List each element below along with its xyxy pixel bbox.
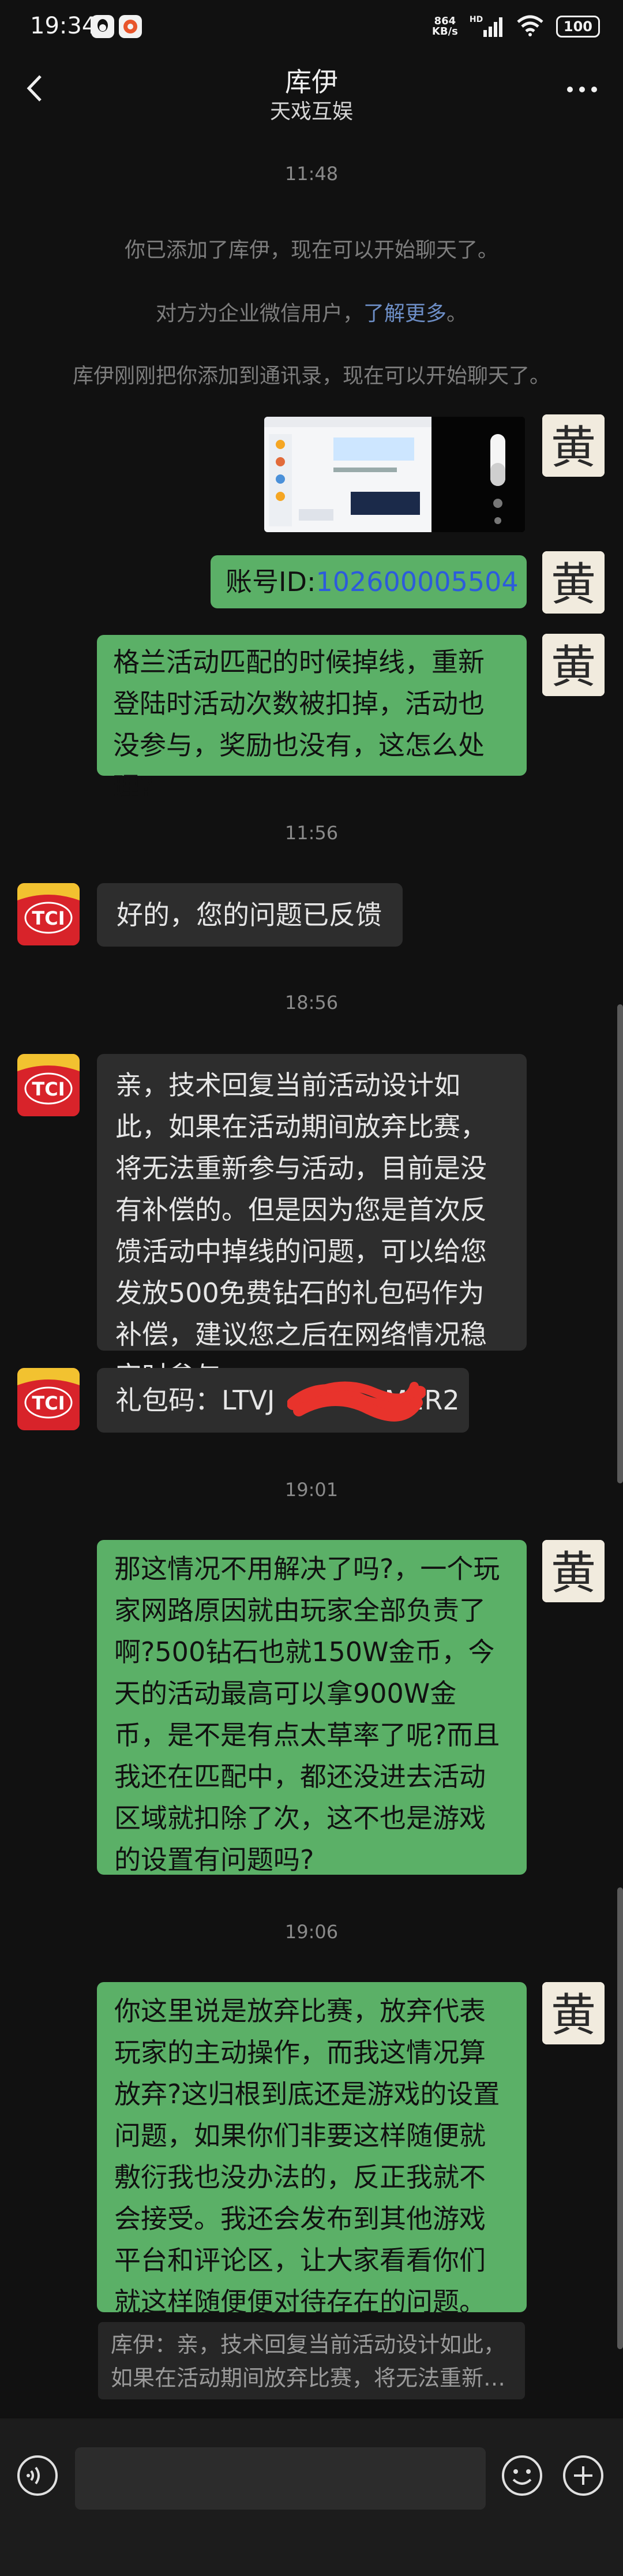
learn-more-link[interactable]: 了解更多 — [363, 302, 446, 326]
voice-input-icon — [17, 2455, 58, 2496]
message-complaint[interactable]: 格兰活动匹配的时候掉线，重新登陆时活动次数被扣掉，活动也没参与，奖励也没有，这怎… — [97, 635, 527, 802]
scrollbar[interactable] — [617, 1004, 623, 1483]
timestamp: 19:06 — [284, 1921, 339, 1943]
timestamp: 19:01 — [284, 1479, 339, 1501]
chat-header: 库伊 天戏互娱 — [0, 58, 623, 127]
svg-text:黄: 黄 — [551, 641, 596, 693]
wecom-text: 对方为企业微信用户， — [155, 302, 363, 326]
signal-icon: HD — [470, 15, 504, 38]
svg-text:黄: 黄 — [551, 422, 596, 474]
account-id-link[interactable]: 102600005504 — [316, 566, 519, 597]
qq-notification-icon — [91, 15, 114, 38]
net-speed: 864 KB/s — [432, 16, 458, 37]
input-bar — [0, 2418, 623, 2576]
svg-text:TCI: TCI — [32, 1392, 65, 1414]
timestamp: 18:56 — [284, 992, 339, 1014]
avatar[interactable]: TCI — [17, 883, 80, 945]
gift-code-prefix: 礼包码：LTVJ — [115, 1385, 275, 1416]
svg-text:TCI: TCI — [32, 907, 65, 929]
message-gift-code[interactable]: 礼包码：LTVJ M1R2 — [97, 1368, 469, 1433]
message-tech-reply[interactable]: 亲，技术回复当前活动设计如此，如果在活动期间放弃比赛，将无法重新参与活动，目前是… — [97, 1054, 527, 1392]
chat-subtitle: 天戏互娱 — [269, 100, 353, 124]
wecom-suffix: 。 — [446, 302, 468, 326]
system-message-added: 你已添加了库伊，现在可以开始聊天了。 — [124, 238, 498, 262]
voice-button[interactable] — [16, 2454, 59, 2497]
avatar[interactable]: TCI — [17, 1368, 80, 1430]
svg-text:TCI: TCI — [32, 1078, 65, 1100]
calligraphy-avatar-icon: 黄 — [542, 551, 605, 614]
avatar[interactable]: 黄 — [542, 634, 605, 696]
timestamp: 11:56 — [284, 822, 339, 844]
tci-logo-icon: TCI — [17, 1054, 80, 1116]
avatar[interactable]: 黄 — [542, 414, 605, 477]
screenshot-thumbnail-icon — [264, 417, 525, 532]
svg-text:黄: 黄 — [551, 1990, 596, 2042]
message-final[interactable]: 你这里说是放弃比赛，放弃代表玩家的主动操作，而我这情况算放弃?这归根到底还是游戏… — [97, 1982, 527, 2317]
timestamp: 11:48 — [284, 163, 339, 185]
status-time: 19:34 — [30, 13, 97, 39]
avatar[interactable]: 黄 — [542, 551, 605, 614]
message-feedback-received[interactable]: 好的，您的问题已反馈 — [97, 883, 403, 947]
tci-logo-icon: TCI — [17, 883, 80, 945]
chat-title: 库伊 — [285, 66, 338, 98]
system-message-wecom: 对方为企业微信用户，了解更多。 — [0, 297, 623, 327]
tci-logo-icon: TCI — [17, 1368, 80, 1430]
system-message-contact: 库伊刚刚把你添加到通讯录，现在可以开始聊天了。 — [72, 364, 550, 388]
calligraphy-avatar-icon: 黄 — [542, 1982, 605, 2044]
svg-text:黄: 黄 — [551, 559, 596, 611]
net-speed-unit: KB/s — [431, 25, 458, 38]
plus-icon — [563, 2455, 603, 2496]
calligraphy-avatar-icon: 黄 — [542, 414, 605, 477]
app-notification-icon — [119, 15, 142, 38]
avatar[interactable]: 黄 — [542, 1982, 605, 2044]
battery-indicator: 100 — [556, 16, 600, 38]
calligraphy-avatar-icon: 黄 — [542, 1540, 605, 1602]
more-button[interactable] — [562, 75, 602, 104]
avatar[interactable]: TCI — [17, 1054, 80, 1116]
image-message[interactable] — [264, 417, 525, 532]
account-prefix: 账号ID: — [226, 566, 316, 597]
redaction-scribble-icon — [287, 1381, 426, 1422]
quoted-message[interactable]: 库伊：亲，技术回复当前活动设计如此，如果在活动期间放弃比赛，将无法重新… — [98, 2322, 525, 2399]
status-bar: 19:34 864 KB/s HD 100 — [0, 0, 623, 58]
more-dots-icon — [567, 87, 597, 92]
emoji-icon — [502, 2455, 542, 2496]
message-account-id[interactable]: 账号ID:102600005504 — [211, 555, 527, 608]
scrollbar[interactable] — [617, 1887, 623, 2349]
svg-text:黄: 黄 — [551, 1547, 596, 1599]
avatar[interactable]: 黄 — [542, 1540, 605, 1602]
message-followup[interactable]: 那这情况不用解决了吗?，一个玩家网路原因就由玩家全部负责了啊?500钻石也就15… — [97, 1540, 527, 1875]
message-input[interactable] — [75, 2447, 486, 2510]
wifi-icon — [516, 14, 545, 39]
plus-button[interactable] — [562, 2454, 605, 2497]
calligraphy-avatar-icon: 黄 — [542, 634, 605, 696]
emoji-button[interactable] — [501, 2454, 543, 2497]
